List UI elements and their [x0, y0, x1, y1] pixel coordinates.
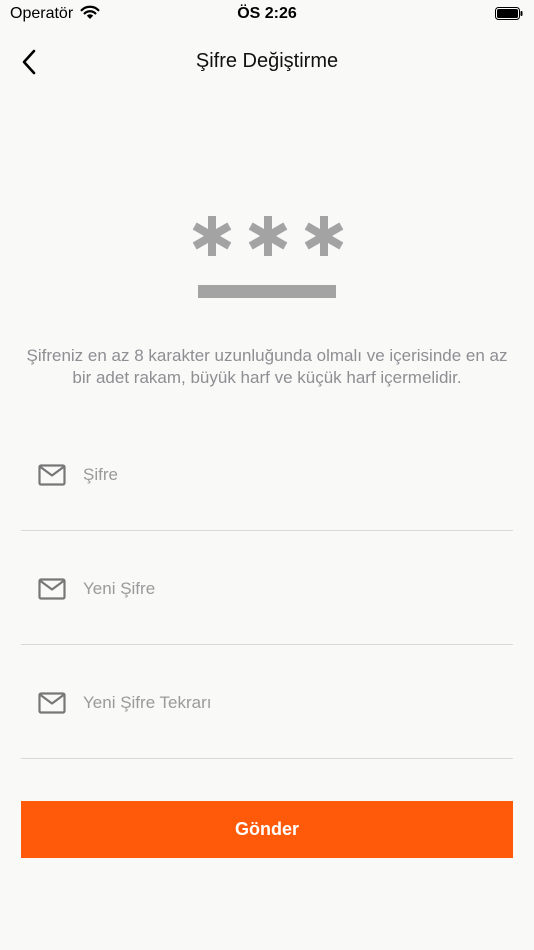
new-password-input[interactable] [83, 572, 503, 606]
current-password-field [21, 458, 513, 531]
submit-button[interactable]: Gönder [21, 801, 513, 858]
navigation-bar: Şifre Değiştirme [0, 40, 534, 84]
repeat-password-field [21, 686, 513, 759]
battery-icon [495, 7, 523, 20]
new-password-field [21, 572, 513, 645]
password-asterisks-icon [192, 216, 344, 298]
page-title: Şifre Değiştirme [195, 50, 339, 72]
status-bar: Operatör ÖS 2:26 [0, 0, 534, 28]
current-password-input[interactable] [83, 458, 503, 492]
status-time: ÖS 2:26 [237, 5, 297, 22]
repeat-password-input[interactable] [83, 686, 503, 720]
mail-icon [38, 578, 66, 600]
mail-icon [38, 464, 66, 486]
password-requirements-text: Şifreniz en az 8 karakter uzunluğunda ol… [26, 346, 508, 387]
mail-icon [38, 692, 66, 714]
